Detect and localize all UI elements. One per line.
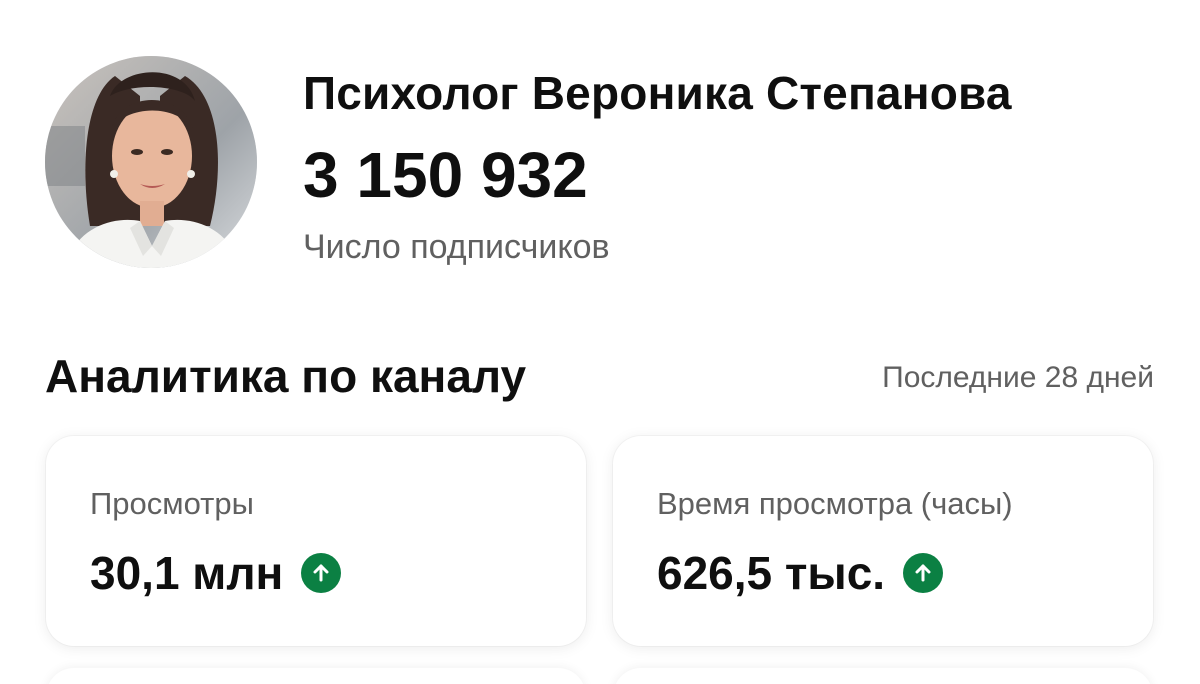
- channel-name: Психолог Вероника Степанова: [303, 67, 1012, 119]
- arrow-up-icon: [903, 553, 944, 593]
- avatar-image: [45, 56, 257, 268]
- next-card-right[interactable]: [613, 668, 1153, 684]
- card-value: 626,5 тыс.: [657, 547, 886, 599]
- card-value-row: 626,5 тыс.: [657, 546, 944, 600]
- next-card-left[interactable]: [46, 668, 586, 684]
- card-label: Просмотры: [90, 486, 254, 521]
- subscriber-label: Число подписчиков: [303, 228, 610, 266]
- period-selector[interactable]: Последние 28 дней: [882, 358, 1154, 398]
- views-card[interactable]: Просмотры 30,1 млн: [46, 436, 586, 646]
- channel-analytics-screen: Психолог Вероника Степанова 3 150 932 Чи…: [0, 0, 1200, 684]
- channel-avatar[interactable]: [45, 56, 257, 268]
- card-label: Время просмотра (часы): [657, 486, 1013, 521]
- card-value: 30,1 млн: [90, 547, 284, 599]
- section-title: Аналитика по каналу: [45, 350, 527, 402]
- card-value-row: 30,1 млн: [90, 546, 342, 600]
- watch-time-card[interactable]: Время просмотра (часы) 626,5 тыс.: [613, 436, 1153, 646]
- arrow-up-icon: [301, 553, 342, 593]
- subscriber-count: 3 150 932: [303, 139, 588, 211]
